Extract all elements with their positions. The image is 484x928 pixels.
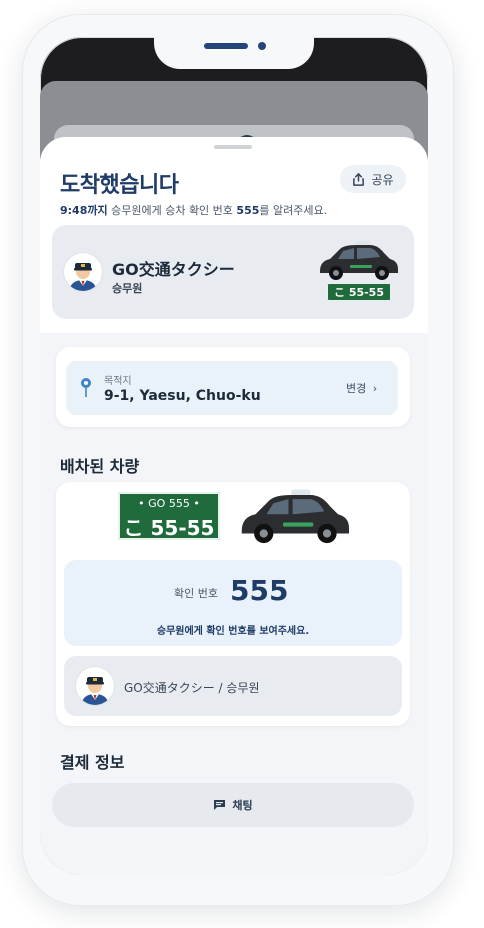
driver-role: 승무원 <box>112 282 143 295</box>
bottom-sheet: 도착했습니다 공유 9:48까지 승무원에게 승차 확인 번호 555를 알려주… <box>40 137 428 875</box>
taxi-car-icon <box>320 241 398 280</box>
confirmation-label: 확인 번호 <box>174 587 218 600</box>
destination-label: 목적지 <box>104 376 132 387</box>
taxi-car-icon <box>241 489 349 544</box>
destination-card[interactable]: 목적지 9-1, Yaesu, Chuo-ku 변경 › <box>56 347 410 427</box>
license-plate-small: こ 55-55 <box>327 283 391 301</box>
confirmation-hint: 승무원에게 확인 번호를 보여주세요. <box>156 626 310 637</box>
driver-row[interactable]: GO交通タクシー / 승무원 <box>64 656 402 716</box>
driver-avatar <box>64 253 102 291</box>
share-label: 공유 <box>371 172 394 187</box>
taxi-company: GO交通タクシー <box>112 260 235 279</box>
speaker-icon <box>204 43 248 49</box>
destination-address: 9-1, Yaesu, Chuo-ku <box>104 388 261 404</box>
driver-card[interactable]: GO交通タクシー 승무원 こ 55-55 <box>52 225 414 319</box>
camera-icon <box>258 42 266 50</box>
driver-avatar-icon <box>69 263 97 291</box>
driver-avatar <box>76 667 114 705</box>
chevron-right-icon: › <box>372 382 378 395</box>
share-icon <box>353 172 365 186</box>
vehicle-card: • GO 555 • こ 55-55 확인 번호 555 승무원에게 확인 번호… <box>56 482 410 726</box>
confirmation-code-inline: 555 <box>236 204 260 217</box>
page-title: 도착했습니다 <box>60 173 179 198</box>
chat-icon <box>214 800 226 810</box>
vehicle-section-title: 배차된 차량 <box>60 457 140 476</box>
arrival-instruction: 9:48까지 승무원에게 승차 확인 번호 555를 알려주세요. <box>60 204 328 217</box>
destination-row[interactable]: 목적지 9-1, Yaesu, Chuo-ku 변경 › <box>66 361 398 415</box>
location-pin-icon <box>81 378 91 397</box>
chat-label: 채팅 <box>232 799 253 812</box>
share-button[interactable]: 공유 <box>340 165 406 193</box>
chat-button[interactable]: 채팅 <box>52 783 414 827</box>
change-destination-button[interactable]: 변경 › <box>346 380 377 396</box>
sheet-grabber[interactable] <box>214 145 252 149</box>
notch <box>154 37 314 69</box>
phone-screen: P P 도착했습니다 공유 9:48까지 승무원에게 승차 확인 번호 555를… <box>40 37 428 875</box>
deadline-time: 9:48까지 <box>60 204 108 217</box>
confirmation-box: 확인 번호 555 승무원에게 확인 번호를 보여주세요. <box>64 560 402 646</box>
plate-header: • GO 555 • <box>138 497 200 510</box>
license-plate: • GO 555 • こ 55-55 <box>118 492 220 540</box>
driver-avatar-icon <box>81 677 109 705</box>
payment-section-title: 결제 정보 <box>60 753 125 772</box>
confirmation-number: 555 <box>230 574 289 607</box>
plate-number: こ 55-55 <box>123 516 215 540</box>
driver-info: GO交通タクシー / 승무원 <box>124 681 260 695</box>
